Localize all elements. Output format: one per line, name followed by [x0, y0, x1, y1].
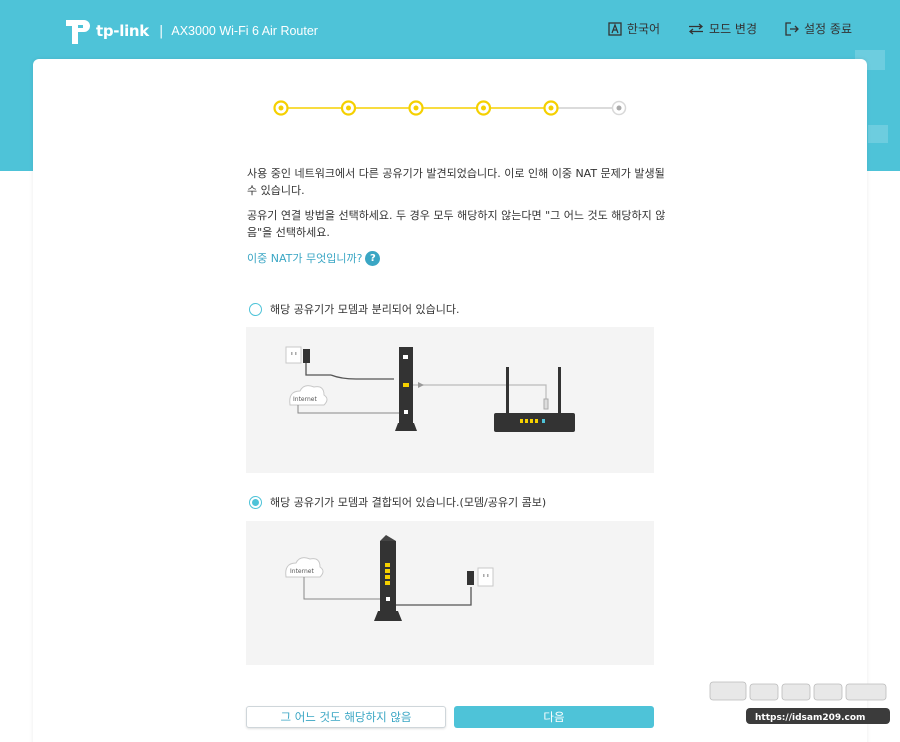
step-4 — [475, 100, 492, 116]
swap-arrows-icon — [689, 23, 704, 34]
radio-combo-modem[interactable] — [249, 495, 262, 509]
option-separate-modem[interactable]: 해당 공유기가 모뎀과 분리되어 있습니다. — [249, 301, 460, 317]
option-combo-modem-label: 해당 공유기가 모뎀과 결합되어 있습니다.(모뎀/공유기 콤보) — [270, 496, 547, 509]
next-button[interactable]: 다음 — [454, 706, 654, 728]
step-5 — [543, 100, 559, 116]
power-adapter-icon — [303, 349, 310, 363]
modem-router-combo-icon — [374, 535, 402, 621]
exit-setup-label: 설정 종료 — [804, 22, 852, 36]
internet-label: Internet — [290, 568, 314, 575]
wall-outlet-icon — [285, 346, 302, 364]
brand: tp-link | AX3000 Wi-Fi 6 Air Router — [62, 16, 318, 46]
step-3 — [408, 100, 424, 116]
double-nat-help-label: 이중 NAT가 무엇입니까? — [247, 252, 363, 265]
brand-name: tp-link — [96, 22, 149, 40]
option-separate-modem-label: 해당 공유기가 모뎀과 분리되어 있습니다. — [270, 303, 460, 316]
internet-label: Internet — [293, 396, 317, 403]
selection-instruction: 공유기 연결 방법을 선택하세요. 두 경우 모두 해당하지 않는다면 "그 어… — [247, 209, 666, 239]
language-button[interactable]: 한국어 — [608, 20, 660, 37]
power-adapter-icon — [467, 571, 474, 585]
diagram-separate-modem: Internet — [246, 327, 654, 473]
double-nat-warning: 사용 중인 네트워크에서 다른 공유기가 발견되었습니다. 이로 인해 이중 N… — [247, 167, 665, 197]
tp-link-logo-icon — [66, 20, 90, 44]
router-model: AX3000 Wi-Fi 6 Air Router — [171, 24, 318, 38]
exit-icon — [785, 21, 799, 36]
help-question-icon: ? — [365, 250, 381, 266]
step-1 — [273, 100, 289, 116]
step-2 — [340, 100, 357, 116]
router-device-icon — [494, 367, 575, 432]
mode-change-label: 모드 변경 — [709, 22, 758, 36]
radio-separate-modem[interactable] — [249, 302, 262, 316]
brand-separator: | — [158, 23, 164, 39]
option-combo-modem[interactable]: 해당 공유기가 모뎀과 결합되어 있습니다.(모뎀/공유기 콤보) — [249, 494, 546, 510]
diagram-combo-modem: Internet — [246, 521, 654, 665]
watermark-url: https://idsam209.com — [755, 713, 866, 723]
exit-setup-button[interactable]: 설정 종료 — [785, 20, 852, 37]
step-6 — [611, 100, 627, 116]
modem-device-icon — [395, 347, 417, 431]
setup-card: 사용 중인 네트워크에서 다른 공유기가 발견되었습니다. 이로 인해 이중 N… — [33, 59, 867, 742]
wall-outlet-icon — [477, 567, 494, 587]
top-nav: 한국어 모드 변경 설정 종료 — [580, 20, 852, 37]
progress-stepper — [273, 100, 627, 116]
none-apply-button[interactable]: 그 어느 것도 해당하지 않음 — [246, 706, 446, 728]
header-decoration — [868, 125, 888, 143]
mode-change-button[interactable]: 모드 변경 — [688, 20, 757, 37]
language-icon — [608, 21, 622, 36]
double-nat-help-link[interactable]: 이중 NAT가 무엇입니까? ? — [247, 250, 381, 266]
language-label: 한국어 — [626, 22, 661, 36]
